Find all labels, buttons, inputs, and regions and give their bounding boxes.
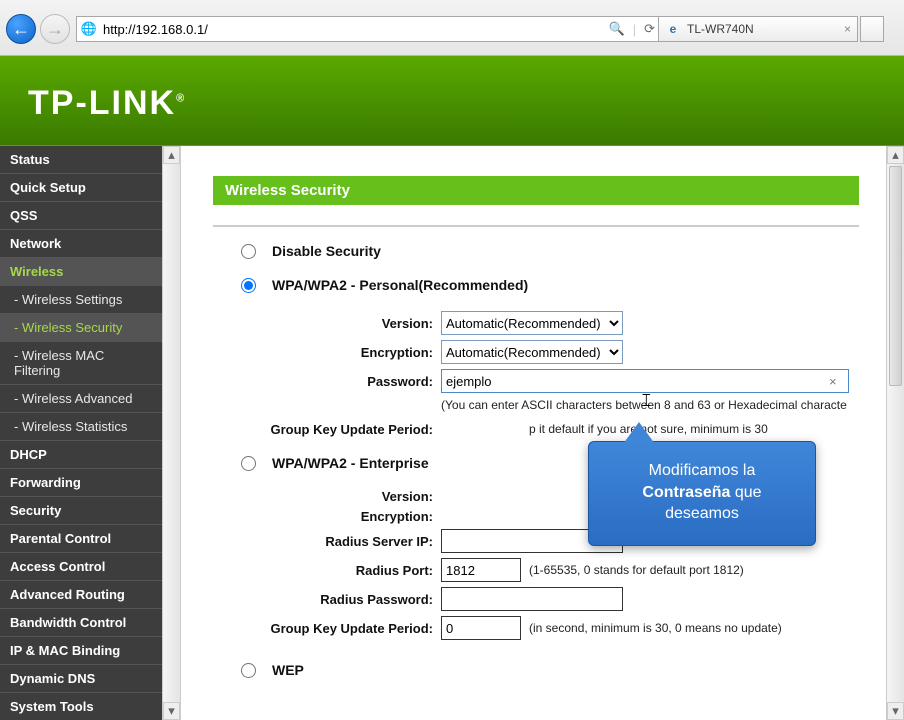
label-wep: WEP xyxy=(272,662,304,678)
content-scroll-thumb[interactable] xyxy=(889,166,902,386)
tab-title: TL-WR740N xyxy=(687,22,754,36)
sidebar-item-advanced-routing[interactable]: Advanced Routing xyxy=(0,581,162,609)
sidebar-item-wireless-advanced[interactable]: - Wireless Advanced xyxy=(0,385,162,413)
scroll-down-icon[interactable]: ▾ xyxy=(163,702,180,720)
clear-input-icon[interactable]: × xyxy=(829,374,837,389)
label-gkup-personal: Group Key Update Period: xyxy=(213,422,433,437)
sidebar-item-wireless-statistics[interactable]: - Wireless Statistics xyxy=(0,413,162,441)
nav-forward-button[interactable]: → xyxy=(40,14,70,44)
sidebar-item-wireless-settings[interactable]: - Wireless Settings xyxy=(0,286,162,314)
address-bar[interactable]: 🌐 🔍 | ⟳ xyxy=(76,16,664,42)
sidebar-item-system-tools[interactable]: System Tools xyxy=(0,693,162,720)
sidebar-item-wireless-mac-filtering[interactable]: - Wireless MAC Filtering xyxy=(0,342,162,385)
label-version-personal: Version: xyxy=(213,316,433,331)
browser-tab[interactable]: e TL-WR740N × xyxy=(658,16,858,42)
address-input[interactable] xyxy=(101,17,601,41)
app-header: TP-LINK® xyxy=(0,56,904,146)
nav-back-button[interactable]: ← xyxy=(6,14,36,44)
select-version-personal[interactable]: Automatic(Recommended) xyxy=(441,311,623,335)
label-radius-port: Radius Port: xyxy=(213,563,433,578)
tab-close-icon[interactable]: × xyxy=(844,22,851,36)
sidebar-item-network[interactable]: Network xyxy=(0,230,162,258)
callout-line1: Modificamos la xyxy=(649,462,756,479)
sidebar-item-wireless[interactable]: Wireless xyxy=(0,258,162,286)
sidebar-item-quick-setup[interactable]: Quick Setup xyxy=(0,174,162,202)
select-encryption-personal[interactable]: Automatic(Recommended) xyxy=(441,340,623,364)
label-encryption-personal: Encryption: xyxy=(213,345,433,360)
arrow-right-icon: → xyxy=(46,19,64,40)
label-radius-password: Radius Password: xyxy=(213,592,433,607)
search-icon[interactable]: 🔍 xyxy=(609,21,625,37)
sidebar-item-forwarding[interactable]: Forwarding xyxy=(0,469,162,497)
ie-icon: e xyxy=(665,21,681,37)
sidebar-item-dynamic-dns[interactable]: Dynamic DNS xyxy=(0,665,162,693)
sidebar-scrollbar[interactable]: ▴ ▾ xyxy=(162,146,180,720)
label-radius-server: Radius Server IP: xyxy=(213,534,433,549)
label-wpa-enterprise: WPA/WPA2 - Enterprise xyxy=(272,455,429,471)
callout-line2-rest: que xyxy=(730,484,761,501)
label-disable-security: Disable Security xyxy=(272,243,381,259)
browser-chrome: ← → 🌐 🔍 | ⟳ e TL-WR740N × xyxy=(0,0,904,56)
content-scrollbar[interactable]: ▴ ▾ xyxy=(886,146,904,720)
content-scroll-down-icon[interactable]: ▾ xyxy=(887,702,904,720)
sidebar-item-security[interactable]: Security xyxy=(0,497,162,525)
tutorial-callout: Modificamos la Contraseña que deseamos xyxy=(588,441,816,546)
sidebar: StatusQuick SetupQSSNetworkWireless- Wir… xyxy=(0,146,162,720)
label-version-enterprise: Version: xyxy=(213,489,433,504)
sidebar-item-dhcp[interactable]: DHCP xyxy=(0,441,162,469)
input-radius-port[interactable] xyxy=(441,558,521,582)
input-radius-password[interactable] xyxy=(441,587,623,611)
input-password-personal[interactable] xyxy=(441,369,849,393)
brand-logo: TP-LINK® xyxy=(28,84,186,123)
hint-gkup-enterprise: (in second, minimum is 30, 0 means no up… xyxy=(529,621,782,635)
callout-line3: deseamos xyxy=(665,505,739,522)
sidebar-item-status[interactable]: Status xyxy=(0,146,162,174)
hint-radius-port: (1-65535, 0 stands for default port 1812… xyxy=(529,563,744,577)
callout-bold: Contraseña xyxy=(642,484,730,501)
label-wpa-personal: WPA/WPA2 - Personal(Recommended) xyxy=(272,277,528,293)
hint-password: (You can enter ASCII characters between … xyxy=(441,398,847,412)
radio-wpa-enterprise[interactable] xyxy=(241,456,256,471)
sidebar-item-bandwidth-control[interactable]: Bandwidth Control xyxy=(0,609,162,637)
arrow-left-icon: ← xyxy=(12,19,30,40)
content-scroll-up-icon[interactable]: ▴ xyxy=(887,146,904,164)
page-title: Wireless Security xyxy=(213,176,859,205)
sidebar-item-qss[interactable]: QSS xyxy=(0,202,162,230)
radio-wpa-personal[interactable] xyxy=(241,278,256,293)
sidebar-item-parental-control[interactable]: Parental Control xyxy=(0,525,162,553)
new-tab-button[interactable] xyxy=(860,16,884,42)
sidebar-item-access-control[interactable]: Access Control xyxy=(0,553,162,581)
sidebar-item-wireless-security[interactable]: - Wireless Security xyxy=(0,314,162,342)
label-gkup-enterprise: Group Key Update Period: xyxy=(213,621,433,636)
scroll-up-icon[interactable]: ▴ xyxy=(163,146,180,164)
label-password-personal: Password: xyxy=(213,374,433,389)
radio-wep[interactable] xyxy=(241,663,256,678)
content-area: Wireless Security Disable Security WPA/W… xyxy=(181,146,886,720)
ie-page-icon: 🌐 xyxy=(77,21,101,37)
radio-disable-security[interactable] xyxy=(241,244,256,259)
label-encryption-enterprise: Encryption: xyxy=(213,509,433,524)
sidebar-item-ip-mac-binding[interactable]: IP & MAC Binding xyxy=(0,637,162,665)
refresh-icon[interactable]: ⟳ xyxy=(644,21,655,37)
input-gkup-enterprise[interactable] xyxy=(441,616,521,640)
